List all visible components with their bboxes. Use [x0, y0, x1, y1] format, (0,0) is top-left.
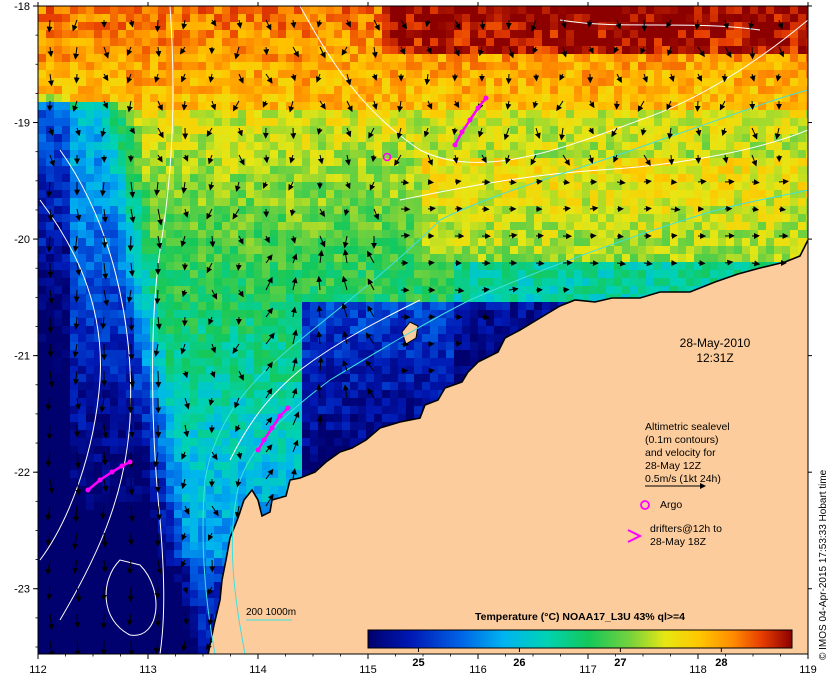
copyright-caption: © IMOS 04-Apr-2015 17:53:33 Hobart time	[818, 469, 829, 660]
legend-line-4: 28-May 12Z	[645, 460, 702, 472]
lon-tick-label: 117	[579, 664, 597, 676]
lat-tick-label: -22	[14, 467, 30, 479]
colorbar-tick-label: 27	[614, 657, 626, 669]
legend-line-2: (0.1m contours)	[645, 434, 719, 446]
colorbar-tick-label: 28	[715, 657, 727, 669]
legend-drifters-line-2: 28-May 18Z	[650, 536, 707, 548]
legend-line-3: and velocity for	[645, 447, 716, 459]
lon-tick-label: 118	[689, 664, 707, 676]
date-label: 28-May-2010	[680, 336, 751, 350]
legend-drifters-line-1: drifters@12h to	[650, 523, 722, 535]
legend-line-5: 0.5m/s (1kt 24h)	[645, 473, 721, 485]
legend-line-1: Altimetric sealevel	[645, 421, 730, 433]
ocean-temperature-map: 112 113 114 115 116 117 118 119 -18 -19 -20 -21 -22 -…	[0, 0, 840, 680]
colorbar-tick-label: 26	[513, 657, 525, 669]
lon-tick-label: 115	[359, 664, 377, 676]
lon-tick-label: 119	[799, 664, 817, 676]
lon-tick-label: 113	[139, 664, 157, 676]
lat-tick-label: -20	[14, 234, 30, 246]
colorbar	[368, 630, 792, 648]
colorbar-tick-label: 25	[412, 657, 424, 669]
isobath-scale-label: 200 1000m	[246, 607, 296, 618]
time-label: 12:31Z	[696, 351, 733, 365]
lat-tick-label: -18	[14, 1, 30, 13]
lat-tick-label: -19	[14, 118, 30, 130]
lon-tick-label: 116	[469, 664, 487, 676]
lon-tick-label: 114	[249, 664, 267, 676]
lat-tick-label: -23	[14, 584, 30, 596]
lat-tick-label: -21	[14, 351, 30, 363]
colorbar-title: Temperature (°C) NOAA17_L3U 43% ql>=4	[475, 611, 685, 623]
lon-tick-label: 112	[29, 664, 47, 676]
legend-argo-label: Argo	[660, 499, 682, 511]
